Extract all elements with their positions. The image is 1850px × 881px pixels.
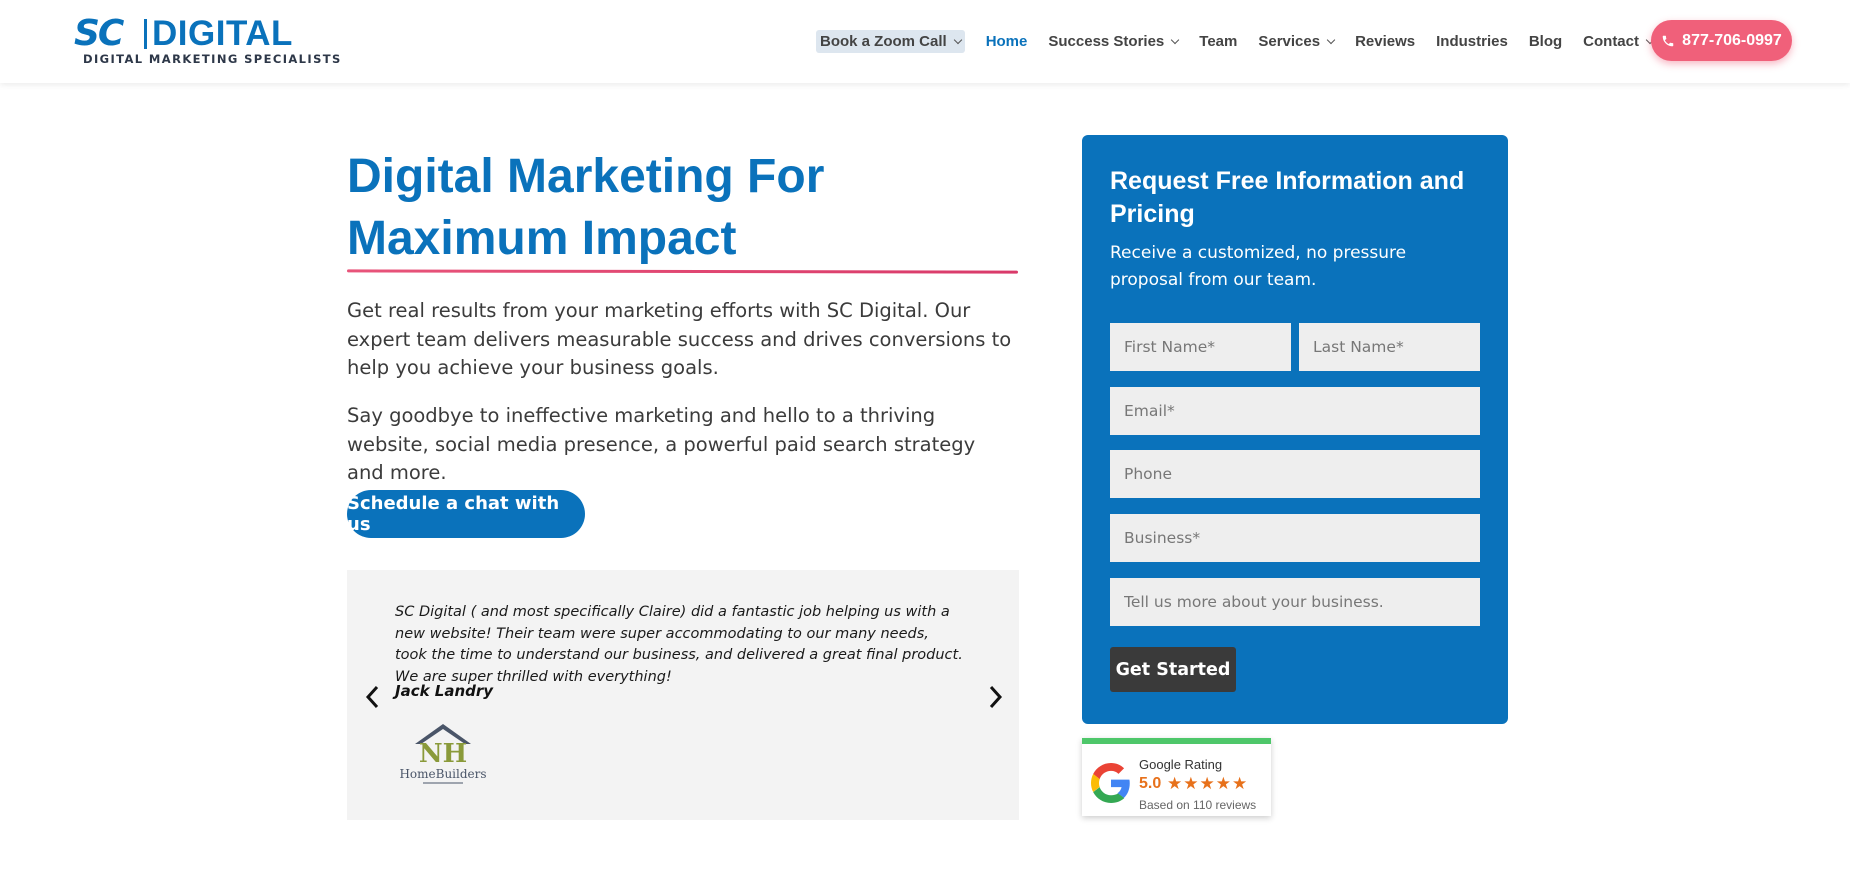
logo-wordmark: DIGITAL xyxy=(152,14,293,53)
nav-item-blog[interactable]: Blog xyxy=(1529,33,1562,50)
chevron-down-icon xyxy=(1326,35,1336,44)
star-rating-icon: ★★★★★ xyxy=(1167,774,1249,794)
hero-paragraph-1: Get real results from your marketing eff… xyxy=(347,299,1012,379)
business-details-field[interactable] xyxy=(1110,578,1480,626)
sc-digital-logo[interactable]: SC DIGITAL DIGITAL MARKETING SPECIALISTS xyxy=(74,13,340,68)
hero-paragraph-2: Say goodbye to ineffective marketing and… xyxy=(347,404,976,484)
testimonial-slider: SC Digital ( and most specifically Clair… xyxy=(347,570,1019,820)
nav-item-team[interactable]: Team xyxy=(1199,33,1237,50)
nav-label: Success Stories xyxy=(1048,33,1165,50)
testimonial-author: Jack Landry xyxy=(395,682,494,700)
phone-field[interactable] xyxy=(1110,450,1480,498)
last-name-field[interactable] xyxy=(1299,323,1480,371)
homebuilders-logo: NH HomeBuilders xyxy=(395,722,495,788)
google-rating-badge[interactable]: Google Rating 5.0 ★★★★★ Based on 110 rev… xyxy=(1082,738,1271,816)
slider-prev-arrow-icon[interactable] xyxy=(361,682,385,712)
hero-title-line1: Digital Marketing For xyxy=(347,150,825,203)
phone-number: 877-706-0997 xyxy=(1682,31,1782,49)
nav-item-success-stories[interactable]: Success Stories xyxy=(1048,33,1180,50)
nav-label: Home xyxy=(985,33,1028,50)
chevron-down-icon xyxy=(953,35,962,44)
first-name-field[interactable] xyxy=(1110,323,1291,371)
hero-title-line2: Maximum Impact xyxy=(347,212,737,265)
logo-divider xyxy=(144,19,147,49)
nav-label: Book a Zoom Call xyxy=(820,33,947,50)
title-underline xyxy=(346,269,1019,274)
testimonial-quote: SC Digital ( and most specifically Clair… xyxy=(395,604,963,685)
google-review-count: Based on 110 reviews xyxy=(1139,798,1257,812)
get-started-button[interactable]: Get Started xyxy=(1110,647,1236,692)
nav-item-book-zoom-call[interactable]: Book a Zoom Call xyxy=(816,30,965,53)
schedule-chat-button[interactable]: Schedule a chat with us xyxy=(347,490,585,538)
logo-tagline: DIGITAL MARKETING SPECIALISTS xyxy=(83,52,342,66)
request-info-form: Request Free Information and Pricing Rec… xyxy=(1082,135,1508,724)
nav-item-home[interactable]: Home xyxy=(986,33,1028,50)
form-title: Request Free Information and Pricing xyxy=(1110,167,1465,228)
nav-item-industries[interactable]: Industries xyxy=(1436,33,1508,50)
nav-label: Services xyxy=(1258,33,1321,50)
phone-call-button[interactable]: 877-706-0997 xyxy=(1651,20,1792,61)
form-subtitle: Receive a customized, no pressure propos… xyxy=(1110,243,1407,290)
nav-label: Team xyxy=(1199,33,1238,50)
main-nav: Book a Zoom Call Home Success Stories Te… xyxy=(816,0,1674,83)
hero-title: Digital Marketing For Maximum Impact xyxy=(347,146,907,270)
svg-text:NH: NH xyxy=(419,739,467,769)
google-rating-label: Google Rating xyxy=(1139,757,1223,772)
nav-item-reviews[interactable]: Reviews xyxy=(1355,33,1415,50)
google-rating-score: 5.0 xyxy=(1139,775,1162,792)
svg-text:HomeBuilders: HomeBuilders xyxy=(399,767,486,781)
nav-item-services[interactable]: Services xyxy=(1258,33,1336,50)
logo-sc-mark: SC xyxy=(74,13,124,54)
slider-next-arrow-icon[interactable] xyxy=(983,682,1007,712)
email-field[interactable] xyxy=(1110,387,1480,435)
site-header: SC DIGITAL DIGITAL MARKETING SPECIALISTS… xyxy=(0,0,1850,83)
nav-label: Industries xyxy=(1436,33,1508,50)
google-g-icon xyxy=(1091,763,1130,803)
nav-label: Contact xyxy=(1583,33,1639,50)
business-field[interactable] xyxy=(1110,514,1480,562)
nav-label: Blog xyxy=(1528,33,1563,50)
nav-item-contact[interactable]: Contact xyxy=(1583,33,1655,50)
nav-label: Reviews xyxy=(1355,33,1416,50)
chevron-down-icon xyxy=(1171,35,1180,44)
phone-icon xyxy=(1662,35,1674,46)
